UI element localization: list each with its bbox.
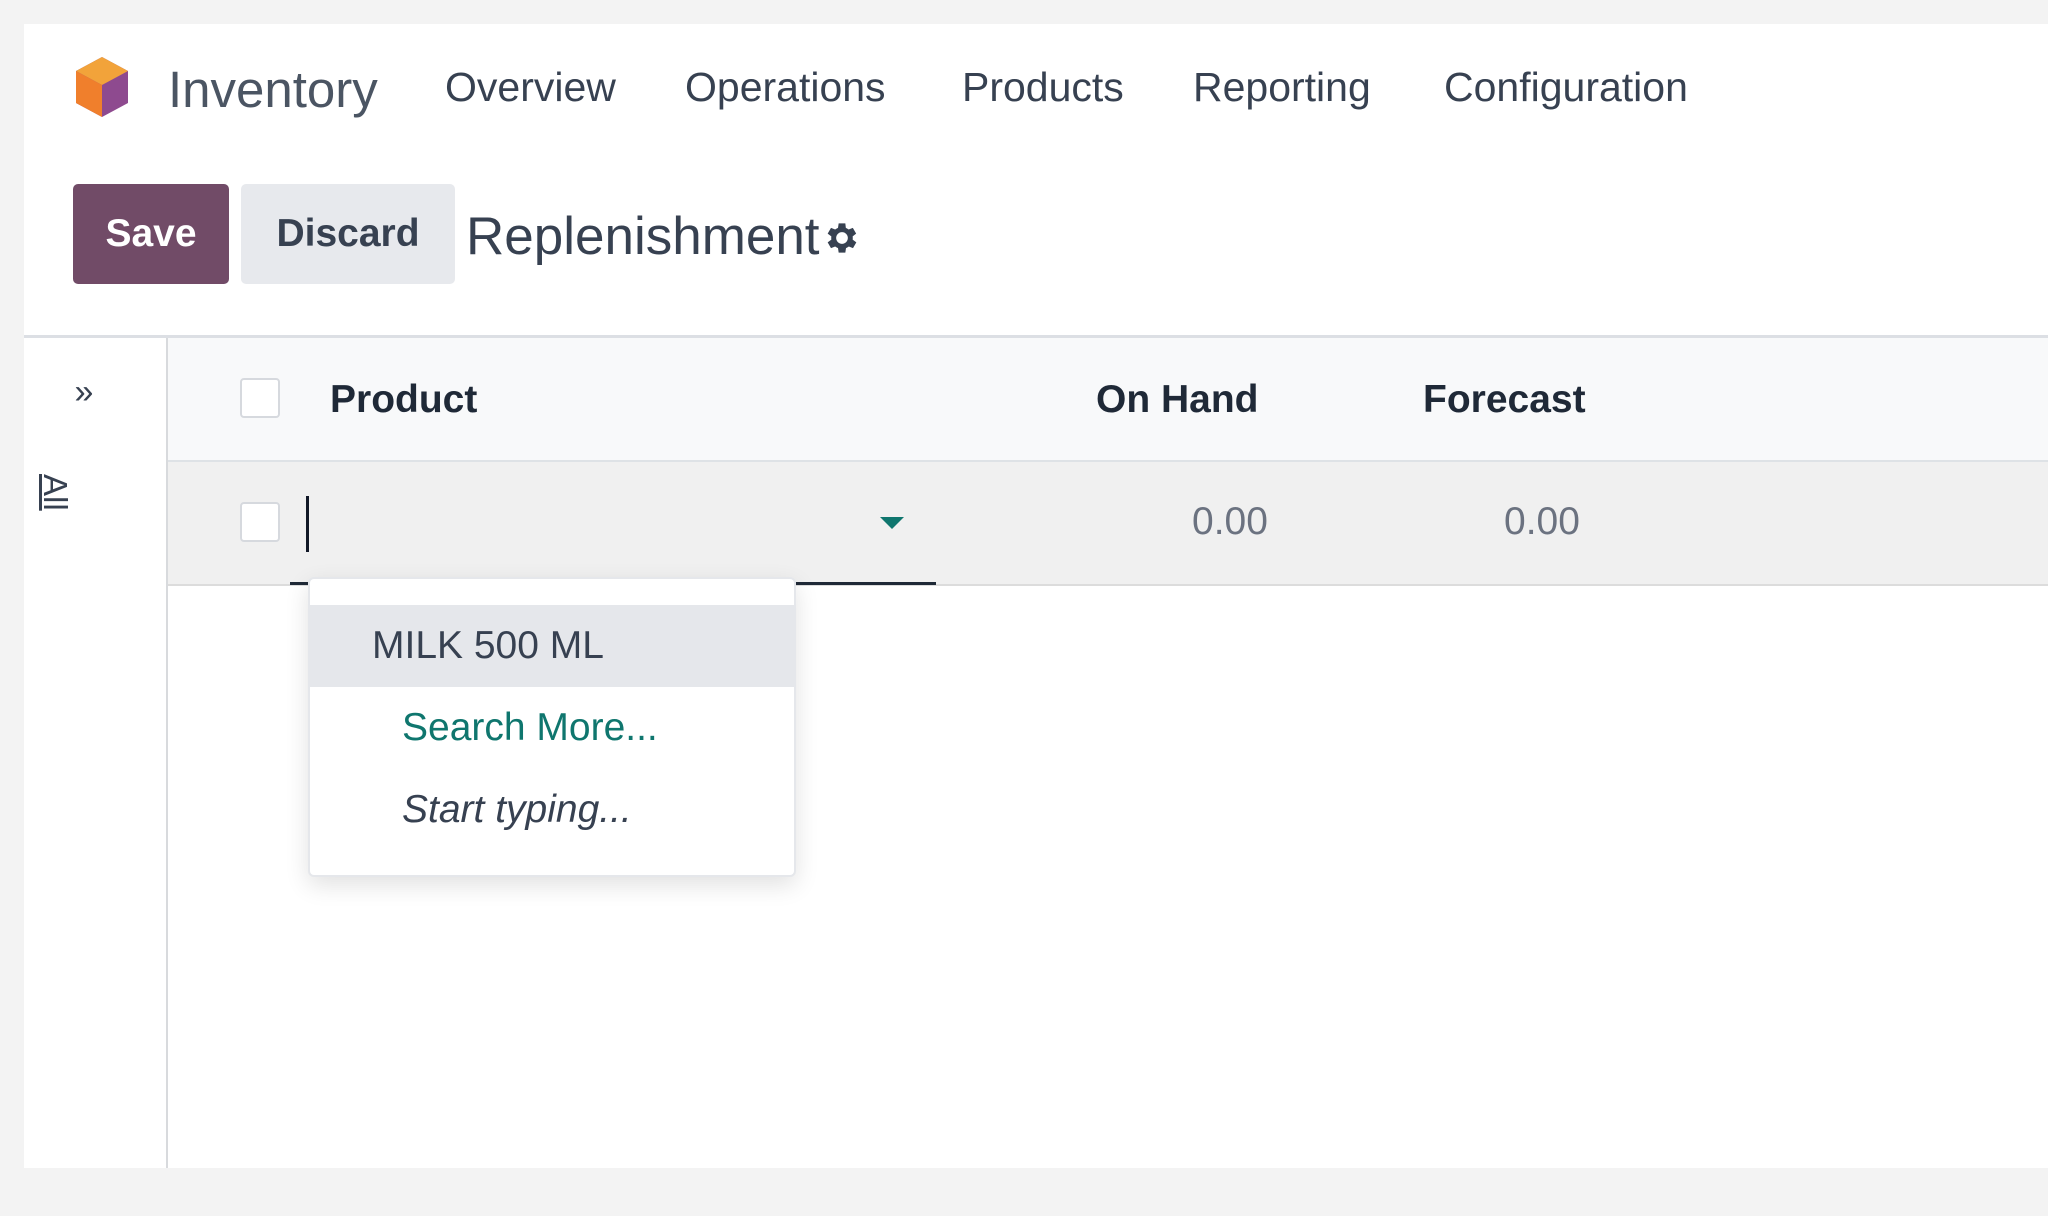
menu-products[interactable]: Products [962,64,1124,111]
select-all-checkbox[interactable] [240,378,280,418]
product-input[interactable] [290,462,936,585]
inventory-app-logo-icon[interactable] [72,54,132,120]
start-typing-hint: Start typing... [402,788,632,831]
top-navbar: Inventory Overview Operations Products R… [24,24,2048,154]
text-caret [306,496,309,552]
menu-reporting[interactable]: Reporting [1193,64,1371,111]
app-name[interactable]: Inventory [168,60,378,119]
chevron-down-icon[interactable] [880,517,904,529]
menu-operations[interactable]: Operations [685,64,886,111]
table-row: 0.00 0.00 [168,462,2048,586]
on-hand-value: 0.00 [1192,500,1268,543]
column-forecast[interactable]: Forecast [1423,378,1586,422]
save-button[interactable]: Save [73,184,229,284]
product-autocomplete-dropdown: MILK 500 ML Search More... Start typing.… [308,577,796,877]
page-title: Replenishment [466,207,820,266]
expand-panel-icon[interactable]: » [64,372,104,412]
column-on-hand[interactable]: On Hand [1096,378,1259,422]
table-header: Product On Hand Forecast [168,338,2048,462]
menu-configuration[interactable]: Configuration [1444,64,1688,111]
column-product[interactable]: Product [330,378,477,422]
app-window: Inventory Overview Operations Products R… [24,24,2048,1168]
forecast-value: 0.00 [1504,500,1580,543]
search-more-link[interactable]: Search More... [310,687,794,769]
menu-overview[interactable]: Overview [445,64,616,111]
control-panel: Save Discard Replenishment [24,184,2048,344]
autocomplete-option-milk[interactable]: MILK 500 ML [310,605,794,687]
search-panel: » All [24,338,168,1168]
filter-all-link[interactable]: All [36,474,74,511]
row-checkbox[interactable] [240,502,280,542]
gear-icon[interactable] [822,218,862,258]
discard-button[interactable]: Discard [241,184,455,284]
